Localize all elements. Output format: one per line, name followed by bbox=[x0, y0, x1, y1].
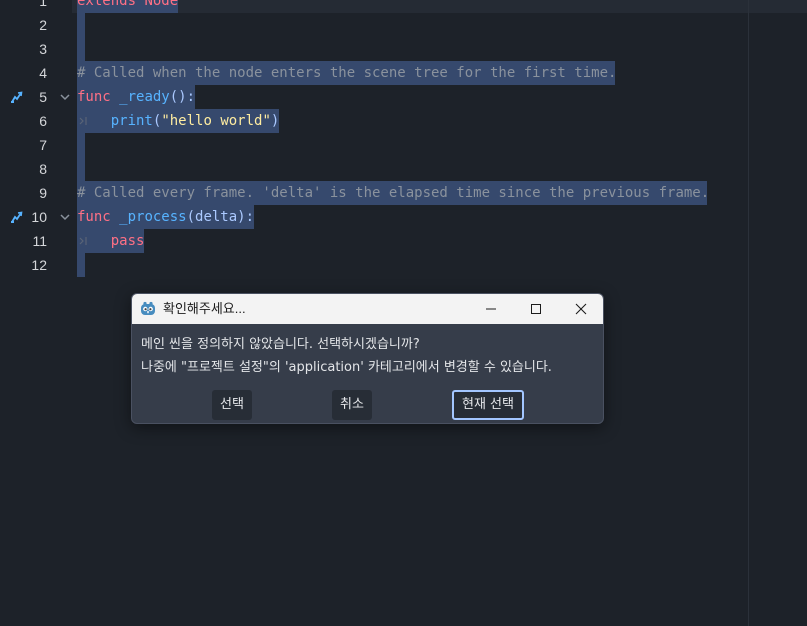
code-line[interactable]: 8 bbox=[0, 157, 807, 181]
code-text: pass bbox=[77, 229, 145, 253]
line-number: 11 bbox=[32, 233, 47, 249]
selection-highlight bbox=[77, 157, 85, 181]
close-icon bbox=[575, 303, 587, 315]
line-number: 10 bbox=[31, 209, 47, 225]
select-current-button[interactable]: 현재 선택 bbox=[452, 390, 524, 420]
code-token: print bbox=[110, 113, 153, 129]
close-button[interactable] bbox=[559, 294, 603, 324]
code-token: (): bbox=[169, 89, 196, 105]
line-number: 3 bbox=[39, 41, 47, 57]
minimize-icon bbox=[486, 308, 496, 310]
line-number: 8 bbox=[39, 161, 47, 177]
selection-highlight bbox=[77, 133, 85, 157]
code-token: extends bbox=[77, 0, 145, 9]
code-text: func _process(delta): bbox=[77, 205, 254, 229]
dialog-titlebar[interactable]: 확인해주세요... bbox=[132, 294, 603, 324]
code-text: extends Node bbox=[77, 0, 178, 13]
code-line[interactable]: 11 pass bbox=[0, 229, 807, 253]
code-token: # Called when the node enters the scene … bbox=[77, 65, 617, 81]
select-button[interactable]: 선택 bbox=[212, 390, 252, 420]
code-text: # Called every frame. 'delta' is the ela… bbox=[77, 181, 709, 205]
fold-chevron-down-icon[interactable] bbox=[59, 91, 71, 103]
code-line[interactable]: 4 # Called when the node enters the scene… bbox=[0, 61, 807, 85]
line-number: 1 bbox=[39, 0, 47, 9]
godot-icon bbox=[141, 301, 155, 315]
code-token: (delta): bbox=[186, 209, 255, 225]
selection-highlight bbox=[77, 253, 85, 277]
dialog-message-line2: 나중에 "프로젝트 설정"의 'application' 카테고리에서 변경할 … bbox=[141, 360, 552, 375]
code-line[interactable]: 3 bbox=[0, 37, 807, 61]
override-method-icon[interactable] bbox=[10, 90, 24, 104]
code-text: # Called when the node enters the scene … bbox=[77, 61, 616, 85]
line-number: 5 bbox=[39, 89, 47, 105]
code-token: func bbox=[77, 89, 120, 105]
dialog-message-line1: 메인 씬을 정의하지 않았습니다. 선택하시겠습니까? bbox=[141, 337, 420, 352]
code-line[interactable]: 9 # Called every frame. 'delta' is the el… bbox=[0, 181, 807, 205]
override-method-icon[interactable] bbox=[10, 210, 24, 224]
code-token: _ready bbox=[119, 89, 170, 105]
code-token: pass bbox=[110, 233, 145, 249]
minimize-button[interactable] bbox=[469, 294, 513, 324]
code-token: Node bbox=[144, 0, 179, 9]
maximize-button[interactable] bbox=[514, 294, 558, 324]
line-number: 2 bbox=[39, 17, 47, 33]
line-number: 7 bbox=[39, 137, 47, 153]
fold-chevron-down-icon[interactable] bbox=[59, 211, 71, 223]
code-line[interactable]: 10 func _process(delta): bbox=[0, 205, 807, 229]
code-token: "hello world" bbox=[161, 113, 271, 129]
code-token: func bbox=[77, 209, 120, 225]
code-line[interactable]: 7 bbox=[0, 133, 807, 157]
code-line[interactable]: 12 bbox=[0, 253, 807, 277]
code-text: print("hello world") bbox=[77, 109, 280, 133]
code-text: func _ready(): bbox=[77, 85, 195, 109]
line-number: 9 bbox=[39, 185, 47, 201]
code-token: ) bbox=[270, 113, 280, 129]
code-token: # Called every frame. 'delta' is the ela… bbox=[77, 185, 710, 201]
code-token: _process bbox=[119, 209, 187, 225]
line-number: 6 bbox=[39, 113, 47, 129]
cancel-button[interactable]: 취소 bbox=[332, 390, 372, 420]
confirm-dialog: 확인해주세요... 메인 씬을 정의하지 않았습니다. 선택하시겠습니까? 나중… bbox=[131, 293, 604, 424]
maximize-icon bbox=[531, 304, 541, 314]
selection-highlight bbox=[77, 13, 85, 37]
line-number: 12 bbox=[31, 257, 47, 273]
code-line[interactable]: 6 print("hello world") bbox=[0, 109, 807, 133]
code-line[interactable]: 2 bbox=[0, 13, 807, 37]
dialog-title: 확인해주세요... bbox=[163, 301, 246, 316]
code-line[interactable]: 5 func _ready(): bbox=[0, 85, 807, 109]
selection-highlight bbox=[77, 37, 85, 61]
code-line[interactable]: 1 extends Node bbox=[0, 0, 807, 13]
line-number: 4 bbox=[39, 65, 47, 81]
